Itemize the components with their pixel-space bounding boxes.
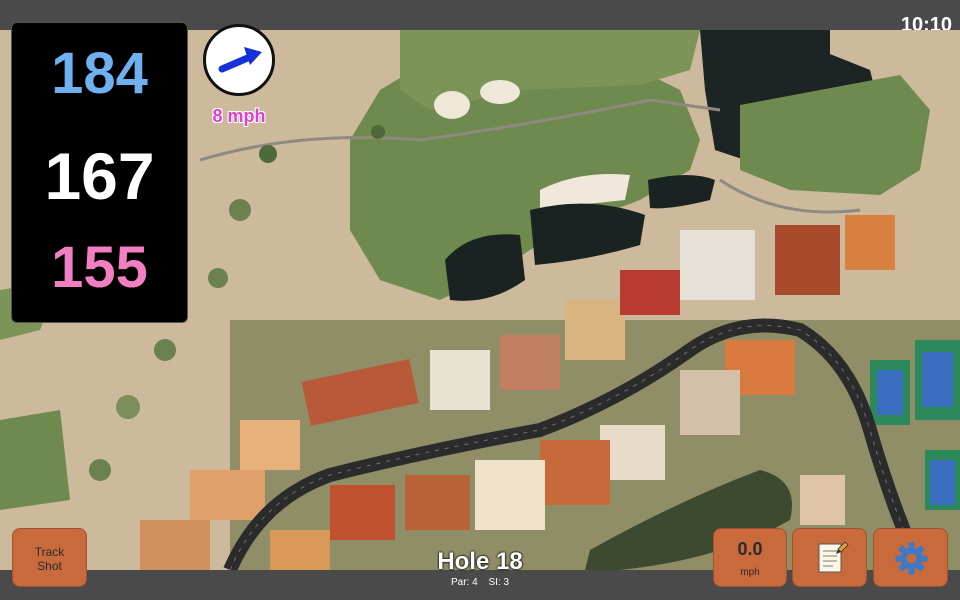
middle-distance: 167 — [44, 139, 155, 213]
notepad-icon — [818, 541, 849, 573]
front-distance: 155 — [51, 235, 148, 300]
wind-direction-indicator — [203, 24, 275, 96]
track-shot-label-2: Shot — [37, 559, 62, 573]
track-shot-label-1: Track — [34, 545, 65, 559]
distance-panel: 184 167 155 — [11, 22, 188, 323]
wind-button-value: 0.0 — [737, 539, 763, 559]
wind-speed-button[interactable]: 0.0 mph — [713, 528, 787, 587]
hole-title: Hole 18 — [437, 548, 523, 575]
hole-par: Par: 4 — [450, 577, 478, 588]
notes-button[interactable] — [792, 528, 867, 587]
hole-stroke-index: SI: 3 — [488, 577, 510, 588]
gear-icon — [895, 542, 928, 575]
track-shot-button[interactable]: Track Shot — [12, 528, 87, 587]
back-distance: 184 — [51, 41, 148, 106]
hole-info: Par: 4 SI: 3 — [380, 577, 580, 588]
arrow-up-right-icon — [218, 47, 262, 73]
settings-button[interactable] — [873, 528, 948, 587]
wind-speed-label: 8 mph — [212, 106, 266, 126]
wind-button-unit: mph — [740, 567, 760, 578]
